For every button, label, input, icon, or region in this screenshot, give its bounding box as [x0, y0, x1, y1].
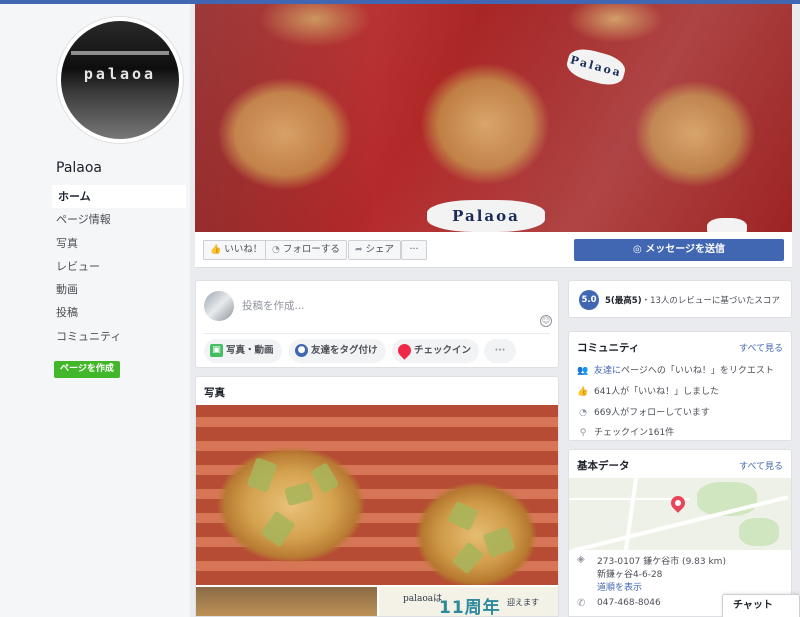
nav-item-about[interactable]: ページ情報: [52, 208, 186, 231]
nav-item-community[interactable]: コミュニティ: [52, 325, 186, 348]
photos-title[interactable]: 写真: [204, 385, 225, 400]
likes-count: 641人が「いいね！」しました: [594, 387, 720, 397]
photo-vegetable: [284, 481, 314, 507]
nav-item-videos[interactable]: 動画: [52, 278, 186, 301]
photo-vegetable: [447, 500, 479, 532]
tag-friends-button[interactable]: ● 友達をタグ付け: [289, 339, 386, 363]
messenger-icon: ◎: [632, 244, 646, 255]
photo-light-strip: [71, 51, 169, 55]
composer-more-button[interactable]: ···: [484, 339, 516, 363]
address-line-2: 新鎌ヶ谷4-6-28: [597, 570, 663, 580]
create-page-button[interactable]: ページを作成: [54, 361, 120, 378]
share-label: シェア: [365, 244, 395, 255]
directions-link[interactable]: 道順を表示: [597, 580, 642, 593]
nav-item-home[interactable]: ホーム: [52, 185, 186, 209]
checkins-count: チェックイン161件: [594, 428, 675, 438]
invite-friends-row: 👥 友達にページへの「いいね！」をリクエスト: [577, 363, 774, 376]
rss-icon: ◔: [579, 408, 587, 418]
post-composer: 投稿を作成... ☺ ▣ 写真・動画 ● 友達をタグ付け チェックイン ···: [195, 280, 559, 368]
nav-item-photos[interactable]: 写真: [52, 232, 186, 255]
photo-vegetable: [260, 510, 296, 548]
photos-card: 写真 palaoaは 11周年 迎えます: [195, 376, 559, 617]
location-map[interactable]: [569, 478, 791, 550]
like-label: いいね！: [224, 244, 263, 255]
send-message-button[interactable]: ◎ メッセージを送信: [574, 239, 784, 261]
thumbs-up-icon: 👍: [577, 387, 589, 397]
cover-sheen: [195, 4, 792, 232]
photo-vegetable: [451, 541, 485, 575]
follows-count: 669人がフォローしています: [594, 408, 710, 418]
invite-friends-link[interactable]: 友達に: [594, 366, 621, 376]
follow-label: フォローする: [282, 244, 340, 255]
share-arrow-icon: ➦: [355, 245, 363, 255]
checkin-label: チェックイン: [414, 345, 472, 356]
page-title[interactable]: Palaoa: [56, 160, 102, 176]
profile-photo: palaoa: [61, 21, 179, 139]
cover-bag-tag: Palaoa: [427, 200, 545, 232]
person-tag-icon: ●: [295, 344, 308, 357]
tag-friends-label: 友達をタグ付け: [311, 345, 378, 356]
rating-score-badge: 5.0: [579, 290, 599, 310]
basic-info-see-all-link[interactable]: すべて見る: [739, 459, 783, 472]
community-title: コミュニティ: [577, 342, 640, 354]
like-button[interactable]: 👍 いいね！: [203, 240, 270, 260]
rating-card: 5.0 5(最高5)・13人のレビューに基づいたスコア: [568, 280, 792, 318]
map-road: [624, 478, 638, 550]
rss-icon: ◔: [272, 245, 280, 255]
emoji-icon[interactable]: ☺: [540, 315, 552, 327]
photo-vegetable: [482, 526, 516, 558]
send-message-label: メッセージを送信: [645, 244, 726, 255]
rating-score-text: 5(最高5): [605, 296, 642, 306]
location-pin-icon: [395, 341, 414, 360]
checkins-row: ⚲ チェックイン161件: [577, 425, 674, 438]
likes-row: 👍 641人が「いいね！」しました: [577, 384, 719, 397]
map-pin-icon: [668, 493, 688, 513]
address-line-1: 273-0107 鎌ケ谷市 (9.83 km): [597, 557, 726, 567]
rating-review-count: ・13人のレビューに基づいたスコア: [641, 296, 780, 306]
left-sidebar: palaoa Palaoa ホーム ページ情報 写真 レビュー 動画 投稿 コミ…: [0, 4, 190, 617]
page-action-bar: 👍 いいね！ ◔ フォローする ➦ シェア ··· ◎ メッセージを送信: [195, 232, 792, 268]
photo-thumbnail-2[interactable]: palaoaは 11周年 迎えます: [379, 587, 558, 617]
phone-number[interactable]: 047-468-8046: [597, 598, 661, 608]
chat-button[interactable]: チャット: [722, 594, 800, 617]
follow-button[interactable]: ◔ フォローする: [265, 240, 347, 260]
phone-icon: ✆: [577, 598, 586, 609]
photo-handwriting: palaoaは: [403, 594, 443, 604]
profile-logo-text: palaoa: [83, 65, 157, 83]
composer-divider: [204, 333, 550, 334]
share-button[interactable]: ➦ シェア: [348, 240, 402, 260]
follows-row: ◔ 669人がフォローしています: [577, 405, 710, 418]
people-icon: 👥: [577, 366, 589, 376]
photo-thumbnail-1[interactable]: [196, 587, 377, 616]
basic-info-card: 基本データ すべて見る ◈ 273-0107 鎌ケ谷市 (9.83 km) 新鎌…: [568, 449, 792, 617]
community-see-all-link[interactable]: すべて見る: [739, 341, 783, 354]
nav-item-posts[interactable]: 投稿: [52, 301, 186, 324]
location-pin-icon: ⚲: [579, 428, 587, 438]
photo-vegetable: [310, 462, 340, 494]
photo-vegetable: [246, 457, 278, 493]
address-icon: ◈: [577, 554, 585, 565]
thumbs-up-icon: 👍: [210, 245, 222, 255]
map-park: [739, 518, 779, 546]
page-profile-picture[interactable]: palaoa: [56, 16, 184, 144]
nav-item-reviews[interactable]: レビュー: [52, 255, 186, 278]
invite-friends-text: ページへの「いいね！」をリクエスト: [621, 366, 774, 376]
page-nav: ホーム ページ情報 写真 レビュー 動画 投稿 コミュニティ: [52, 185, 186, 348]
photo-video-label: 写真・動画: [226, 345, 274, 356]
rating-summary: 5(最高5)・13人のレビューに基づいたスコア: [605, 294, 780, 306]
basic-info-title: 基本データ: [577, 460, 630, 472]
community-card: コミュニティ すべて見る 👥 友達にページへの「いいね！」をリクエスト 👍 641人…: [568, 331, 792, 441]
photo-anniversary-text: 11周年: [439, 598, 501, 617]
checkin-button[interactable]: チェックイン: [392, 339, 480, 363]
composer-avatar: [204, 291, 234, 321]
photo-main[interactable]: [196, 405, 558, 585]
cover-bag-tag-partial: [707, 218, 747, 232]
photo-icon: ▣: [210, 344, 223, 357]
cover-photo[interactable]: Palaoa Palaoa: [195, 4, 792, 232]
photo-video-button[interactable]: ▣ 写真・動画: [204, 339, 282, 363]
composer-input[interactable]: 投稿を作成...: [242, 298, 305, 313]
photo-small-text: 迎えます: [507, 598, 539, 607]
more-options-button[interactable]: ···: [401, 240, 427, 260]
